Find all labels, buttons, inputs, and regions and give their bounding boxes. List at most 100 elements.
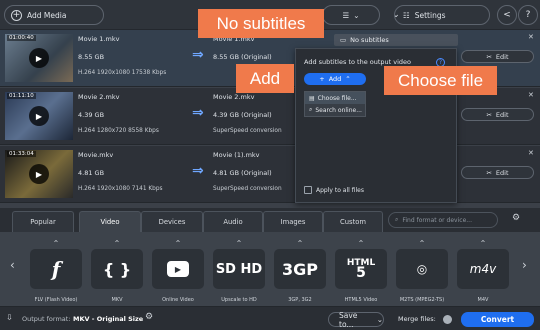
chevron-up-icon: ⌃: [479, 239, 487, 248]
close-icon[interactable]: ✕: [528, 91, 534, 99]
subtitles-dropdown[interactable]: ▭ No subtitles: [334, 34, 458, 46]
view-toggle[interactable]: ☰ ⌄: [322, 5, 380, 25]
format-label: FLV (Flash Video): [34, 297, 78, 303]
edit-button[interactable]: ✂ Edit: [461, 108, 534, 121]
format-online-video[interactable]: ⌃ ▶ Online Video: [152, 239, 204, 307]
file-codec: H.264 1280x720 8558 Kbps: [78, 128, 159, 134]
chevron-up-icon: ⌃: [174, 239, 182, 248]
tab-label: Devices: [158, 218, 186, 226]
export-icon: ⇩: [6, 313, 13, 322]
play-icon[interactable]: ▶: [29, 164, 49, 184]
menu-item-label: Search online...: [315, 106, 362, 114]
chevron-right-icon[interactable]: ›: [522, 258, 527, 272]
duration: 01:33:04: [7, 151, 36, 157]
edit-label: Edit: [495, 110, 509, 119]
chevron-up-icon: ⌃: [113, 239, 121, 248]
thumbnail[interactable]: 01:11:10 ▶: [5, 92, 73, 140]
file-name: Movie.mkv: [78, 151, 114, 159]
tab-devices[interactable]: Devices: [141, 211, 203, 232]
conversion-mode: SuperSpeed conversion: [213, 186, 282, 192]
chevron-left-icon[interactable]: ‹: [10, 258, 15, 272]
search-icon: ⌕: [395, 216, 399, 223]
format-tabs: Popular Video Devices Audio Images Custo…: [0, 208, 540, 232]
output-format-value[interactable]: MKV - Original Size: [73, 315, 143, 323]
format-m4v[interactable]: ⌃ m4v M4V: [457, 239, 509, 307]
output-size: 4.39 GB (Original): [213, 111, 272, 119]
callout-no-subtitles: No subtitles: [198, 9, 324, 38]
merge-files-label: Merge files:: [398, 315, 436, 323]
add-media-button[interactable]: + Add Media: [4, 5, 104, 25]
add-label: Add: [328, 75, 342, 83]
tab-label: Custom: [339, 218, 367, 226]
file-row-3[interactable]: 01:33:04 ▶ Movie.mkv 4.81 GB H.264 1920x…: [0, 146, 540, 203]
chevron-up-icon: ⌃: [235, 239, 243, 248]
edit-button[interactable]: ✂ Edit: [461, 166, 534, 179]
scissors-icon: ✂: [486, 110, 492, 119]
search-icon: ⌕: [309, 106, 313, 113]
settings-label: Settings: [414, 10, 446, 20]
chevron-down-icon: ⌄: [376, 315, 383, 324]
play-icon[interactable]: ▶: [29, 106, 49, 126]
help-icon[interactable]: ?: [518, 5, 538, 25]
format-search-input[interactable]: ⌕ Find format or device...: [388, 212, 498, 228]
close-icon[interactable]: ✕: [528, 33, 534, 41]
save-to-button[interactable]: Save to... ⌄: [328, 311, 384, 329]
chevron-down-icon: ⌄: [353, 10, 360, 20]
plus-icon: +: [11, 9, 22, 21]
thumbnail[interactable]: 01:33:04 ▶: [5, 150, 73, 198]
file-size: 4.81 GB: [78, 169, 105, 177]
format-mkv[interactable]: ⌃ { } MKV: [91, 239, 143, 307]
arrow-right-icon: ⇒: [192, 47, 204, 63]
format-flv[interactable]: ⌃ f FLV (Flash Video): [30, 239, 82, 307]
play-icon[interactable]: ▶: [29, 48, 49, 68]
conversion-mode: SuperSpeed conversion: [213, 128, 282, 134]
bottom-bar: ⇩ Output format: MKV - Original Size ⚙ S…: [0, 306, 540, 330]
format-label: M4V: [477, 297, 489, 303]
format-upscale-hd[interactable]: ⌃ SD HD Upscale to HD: [213, 239, 265, 307]
tab-video[interactable]: Video: [79, 211, 141, 232]
tab-audio[interactable]: Audio: [203, 211, 263, 232]
file-row-2[interactable]: 01:11:10 ▶ Movie 2.mkv 4.39 GB H.264 128…: [0, 88, 540, 145]
merge-toggle[interactable]: [443, 315, 452, 324]
tab-popular[interactable]: Popular: [12, 211, 74, 232]
add-menu: ▤ Choose file... ⌕ Search online...: [304, 91, 366, 117]
sd-hd-icon: SD HD: [213, 249, 265, 289]
output-format-label: Output format:: [22, 315, 71, 323]
subtitles-icon: ▭: [340, 36, 347, 44]
close-icon[interactable]: ✕: [528, 149, 534, 157]
file-size: 8.55 GB: [78, 53, 105, 61]
callout-choose-file: Choose file: [384, 66, 497, 95]
menu-item-search-online[interactable]: ⌕ Search online...: [305, 104, 365, 116]
tab-custom[interactable]: Custom: [323, 211, 383, 232]
flash-icon: f: [30, 249, 82, 289]
edit-button[interactable]: ✂ Edit: [461, 50, 534, 63]
file-name: Movie 2.mkv: [78, 93, 120, 101]
menu-item-choose-file[interactable]: ▤ Choose file...: [305, 92, 365, 104]
search-placeholder: Find format or device...: [402, 216, 472, 224]
format-3gp[interactable]: ⌃ 3GP 3GP, 3G2: [274, 239, 326, 307]
settings-button[interactable]: ☷ Settings: [394, 5, 490, 25]
share-icon[interactable]: <: [497, 5, 517, 25]
format-m2ts[interactable]: ⌃ ◎ M2TS (MPEG2-TS): [396, 239, 448, 307]
convert-button[interactable]: Convert: [461, 312, 534, 327]
chevron-up-icon: ⌃: [345, 75, 351, 83]
file-icon: ▤: [309, 94, 315, 102]
thumbnail[interactable]: 01:00:40 ▶: [5, 34, 73, 82]
mkv-icon: { }: [91, 249, 143, 289]
settings-icon[interactable]: ⚙: [512, 213, 520, 223]
scissors-icon: ✂: [486, 168, 492, 177]
panel-title: Add subtitles to the output video: [304, 58, 412, 66]
youtube-icon: ▶: [152, 249, 204, 289]
file-codec: H.264 1920x1080 7141 Kbps: [78, 186, 163, 192]
apply-to-all-checkbox[interactable]: Apply to all files: [304, 186, 364, 194]
list-icon: ☰: [342, 10, 350, 20]
format-label: 3GP, 3G2: [288, 297, 312, 303]
gear-icon[interactable]: ⚙: [145, 312, 153, 322]
output-name[interactable]: Movie (1).mkv: [213, 151, 260, 159]
arrow-right-icon: ⇒: [192, 105, 204, 121]
format-html5[interactable]: ⌃ HTML 5 HTML5 Video: [335, 239, 387, 307]
add-subtitles-button[interactable]: + Add ⌃: [304, 73, 366, 85]
duration: 01:00:40: [7, 35, 36, 41]
output-name[interactable]: Movie 2.mkv: [213, 93, 254, 101]
tab-images[interactable]: Images: [263, 211, 323, 232]
